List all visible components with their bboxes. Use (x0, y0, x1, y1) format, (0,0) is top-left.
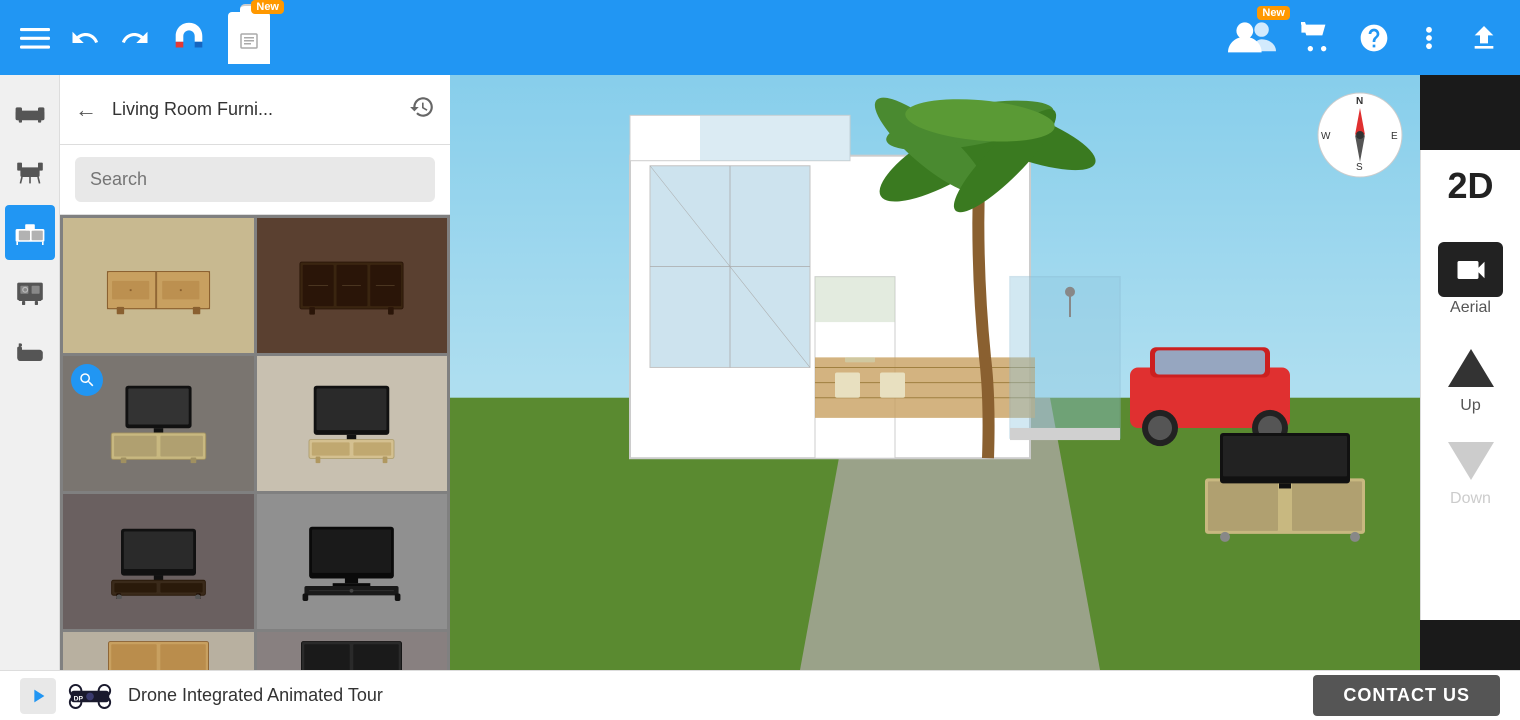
right-controls: 2D Aerial Up Down (1420, 150, 1520, 620)
search-overlay (71, 364, 103, 396)
contact-us-button[interactable]: CONTACT US (1313, 675, 1500, 716)
new-feature-button[interactable]: New (228, 12, 270, 64)
items-area (60, 215, 450, 670)
users-new-badge: New (1257, 6, 1290, 20)
sidebar-item-dining[interactable] (5, 145, 55, 200)
up-label: Up (1460, 397, 1480, 415)
down-label: Down (1450, 490, 1491, 508)
ad-logo: DP (66, 678, 114, 714)
3d-view[interactable]: N S W E (450, 75, 1420, 670)
compass: N S W E (1315, 90, 1405, 180)
back-button[interactable]: ← (75, 97, 97, 123)
sidebar-item-sofa[interactable] (5, 85, 55, 140)
svg-text:E: E (1391, 131, 1398, 142)
undo-button[interactable] (70, 23, 100, 53)
grid-item-4[interactable] (257, 356, 448, 491)
aerial-camera-button[interactable] (1438, 242, 1503, 297)
grid-item-3[interactable] (63, 356, 254, 491)
sidebar-item-kitchen[interactable] (5, 265, 55, 320)
up-button[interactable] (1438, 340, 1503, 395)
cart-button[interactable] (1301, 22, 1333, 54)
redo-button[interactable] (120, 23, 150, 53)
down-button[interactable] (1438, 433, 1503, 488)
grid-item-2[interactable] (257, 218, 448, 353)
help-button[interactable] (1358, 22, 1390, 54)
history-button[interactable] (409, 94, 435, 126)
toolbar-left: New (20, 12, 1228, 64)
toolbar: New New (0, 0, 1520, 75)
view-2d-button[interactable]: 2D (1442, 160, 1498, 212)
scene-illustration (450, 75, 1420, 670)
sidebar-item-bath[interactable] (5, 325, 55, 380)
category-sidebar (0, 75, 60, 670)
svg-text:DP: DP (74, 695, 84, 702)
sidebar-item-tv-stand[interactable] (5, 205, 55, 260)
grid-item-8[interactable] (257, 632, 448, 670)
menu-icon[interactable] (20, 23, 50, 53)
grid-item-7[interactable] (63, 632, 254, 670)
more-button[interactable] (1415, 24, 1443, 52)
users-button[interactable]: New (1228, 18, 1276, 58)
item-panel: ← Living Room Furni... (60, 75, 450, 670)
ad-text: Drone Integrated Animated Tour (128, 685, 1313, 706)
svg-text:N: N (1356, 96, 1363, 107)
panel-title: Living Room Furni... (112, 99, 394, 120)
grid-item-5[interactable] (63, 494, 254, 629)
upload-button[interactable] (1468, 22, 1500, 54)
svg-text:W: W (1321, 131, 1331, 142)
grid-item-6[interactable] (257, 494, 448, 629)
grid-item-1[interactable] (63, 218, 254, 353)
search-input[interactable] (75, 157, 435, 202)
new-badge: New (251, 0, 284, 14)
main-content: ← Living Room Furni... (0, 75, 1520, 670)
left-panel: ← Living Room Furni... (0, 75, 450, 670)
search-bar (60, 145, 450, 215)
ad-play-icon (20, 678, 56, 714)
aerial-label: Aerial (1450, 299, 1491, 317)
item-grid (60, 215, 450, 670)
svg-text:S: S (1356, 162, 1363, 173)
panel-header: ← Living Room Furni... (60, 75, 450, 145)
toolbar-right: New (1228, 18, 1500, 58)
ad-bar: DP Drone Integrated Animated Tour CONTAC… (0, 670, 1520, 720)
magnet-icon[interactable] (170, 19, 208, 57)
